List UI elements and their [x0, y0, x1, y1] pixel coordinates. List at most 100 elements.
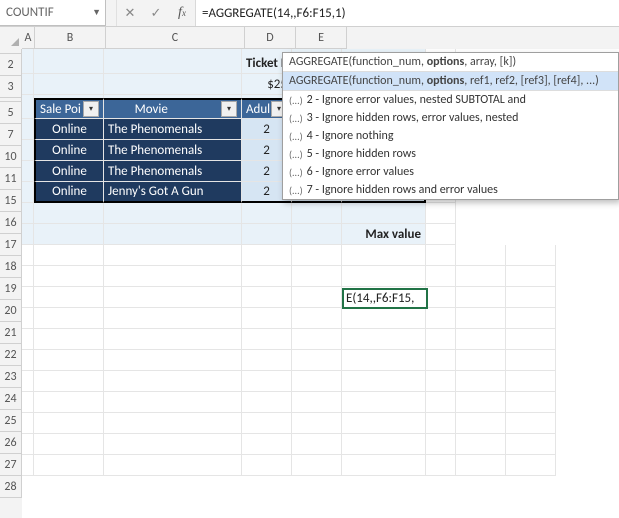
cell-D16[interactable] [242, 203, 292, 224]
cell-D26[interactable] [242, 413, 292, 434]
cell-A26[interactable] [22, 413, 34, 434]
name-box-dropdown-icon[interactable]: ▼ [92, 7, 101, 18]
cell-B19[interactable] [34, 266, 104, 287]
row-header-2[interactable]: 2 [0, 54, 22, 76]
cell-D19[interactable] [242, 266, 292, 287]
cell-A23[interactable] [22, 350, 34, 371]
row-header-24[interactable]: 24 [0, 388, 22, 410]
cell-F18[interactable] [342, 245, 426, 266]
cell-C26[interactable] [104, 413, 242, 434]
cell-F19[interactable] [342, 266, 426, 287]
cell-A5[interactable] [22, 98, 34, 119]
cancel-button[interactable]: ✕ [117, 0, 143, 26]
table-header-movie[interactable]: Movie ▾ [104, 98, 242, 119]
cell-F28[interactable] [342, 455, 426, 476]
cell-B24[interactable] [34, 371, 104, 392]
cell-I28[interactable] [506, 455, 556, 476]
cell-A28[interactable] [22, 455, 34, 476]
cell-B26[interactable] [34, 413, 104, 434]
tooltip-signature-2[interactable]: AGGREGATE(function_num, options, ref1, r… [283, 72, 618, 91]
cell-D22[interactable] [242, 329, 292, 350]
cell-I18[interactable] [506, 245, 556, 266]
cell-D20[interactable] [242, 287, 292, 308]
cell-C27[interactable] [104, 434, 242, 455]
row-header-17[interactable]: 17 [0, 234, 22, 256]
active-cell[interactable]: E(14,,F6:F15, [342, 288, 428, 309]
cell-I25[interactable] [506, 392, 556, 413]
table-row[interactable]: Online [34, 161, 104, 182]
row-header-26[interactable]: 26 [0, 432, 22, 454]
cell-A16[interactable] [22, 203, 34, 224]
cell-H18[interactable] [456, 245, 506, 266]
row-header-18[interactable]: 18 [0, 256, 22, 278]
cell-H23[interactable] [456, 350, 506, 371]
cell-H27[interactable] [456, 434, 506, 455]
cell-G22[interactable] [426, 329, 456, 350]
row-header-15[interactable]: 15 [0, 190, 22, 212]
enter-button[interactable]: ✓ [143, 0, 169, 26]
filter-icon[interactable]: ▾ [221, 101, 237, 117]
row-header-28[interactable]: 28 [0, 476, 22, 498]
cell-C3[interactable] [104, 74, 242, 95]
cell-E19[interactable] [292, 266, 342, 287]
cell-C21[interactable] [104, 308, 242, 329]
cell-H26[interactable] [456, 413, 506, 434]
cell-H22[interactable] [456, 329, 506, 350]
cell-G27[interactable] [426, 434, 456, 455]
cell-I21[interactable] [506, 308, 556, 329]
cell-D27[interactable] [242, 434, 292, 455]
row-header-7[interactable]: 7 [0, 124, 22, 146]
cell-C24[interactable] [104, 371, 242, 392]
cell-D21[interactable] [242, 308, 292, 329]
row-header-11[interactable]: 11 [0, 168, 22, 190]
cell-G26[interactable] [426, 413, 456, 434]
cell-H21[interactable] [456, 308, 506, 329]
cell-max-label[interactable]: Max value [342, 224, 426, 245]
tooltip-option[interactable]: (...)4 - Ignore nothing [283, 127, 618, 145]
cell-B17[interactable] [34, 224, 104, 245]
cell-A3[interactable] [22, 74, 34, 95]
name-box[interactable]: COUNTIF ▼ [0, 0, 106, 26]
cell-E22[interactable] [292, 329, 342, 350]
col-header-E[interactable]: E [296, 27, 347, 49]
cell-C23[interactable] [104, 350, 242, 371]
table-row[interactable]: Online [34, 140, 104, 161]
cell-E23[interactable] [292, 350, 342, 371]
cell-E25[interactable] [292, 392, 342, 413]
cell-F26[interactable] [342, 413, 426, 434]
cell-F27[interactable] [342, 434, 426, 455]
table-row[interactable]: Jenny's Got A Gun [104, 182, 242, 203]
cell-C28[interactable] [104, 455, 242, 476]
cell-I27[interactable] [506, 434, 556, 455]
cell-G24[interactable] [426, 371, 456, 392]
cell-B16[interactable] [34, 203, 104, 224]
cell-C20[interactable] [104, 287, 242, 308]
row-header-19[interactable]: 19 [0, 278, 22, 300]
cell-I26[interactable] [506, 413, 556, 434]
tooltip-signature-1[interactable]: AGGREGATE(function_num, options, array, … [283, 53, 618, 72]
cell-E27[interactable] [292, 434, 342, 455]
cell-H24[interactable] [456, 371, 506, 392]
table-row[interactable]: Online [34, 119, 104, 140]
cell-G16[interactable] [426, 203, 456, 224]
cell-E24[interactable] [292, 371, 342, 392]
select-all-triangle[interactable] [0, 27, 23, 50]
table-header-sale-point[interactable]: Sale Poi ▾ [34, 98, 104, 119]
cell-A18[interactable] [22, 245, 34, 266]
cell-B18[interactable] [34, 245, 104, 266]
tooltip-option[interactable]: (...)6 - Ignore error values [283, 163, 618, 181]
fx-button[interactable]: fx [169, 0, 195, 26]
cell-D23[interactable] [242, 350, 292, 371]
tooltip-option[interactable]: (...)3 - Ignore hidden rows, error value… [283, 109, 618, 127]
cell-F25[interactable] [342, 392, 426, 413]
cell-D25[interactable] [242, 392, 292, 413]
cell-C18[interactable] [104, 245, 242, 266]
cell-I19[interactable] [506, 266, 556, 287]
cell-F21[interactable] [342, 308, 426, 329]
cell-E18[interactable] [292, 245, 342, 266]
cell-A17[interactable] [22, 224, 34, 245]
cell-C19[interactable] [104, 266, 242, 287]
cell-A27[interactable] [22, 434, 34, 455]
cell-D28[interactable] [242, 455, 292, 476]
cell-G18[interactable] [426, 245, 456, 266]
